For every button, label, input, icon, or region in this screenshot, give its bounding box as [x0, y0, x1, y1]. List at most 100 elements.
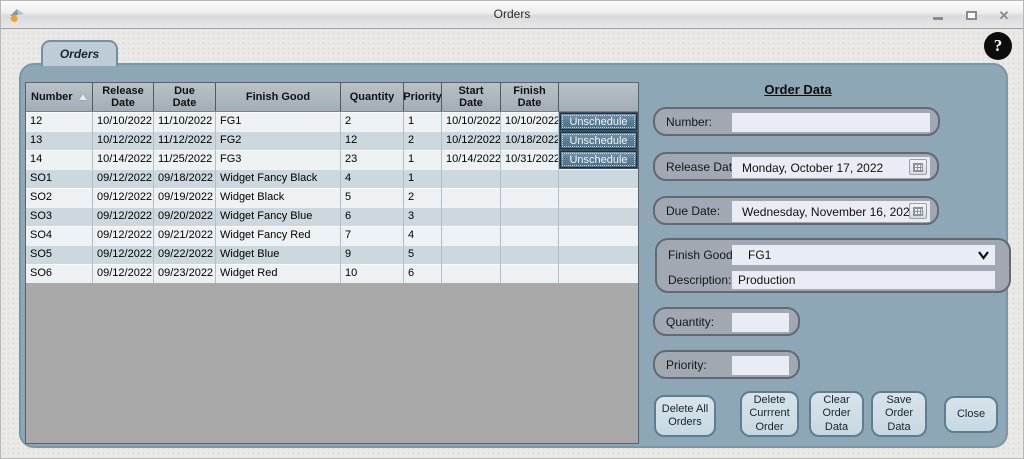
description-input[interactable]	[732, 271, 995, 289]
table-cell: Widget Blue	[216, 245, 341, 264]
column-header[interactable]: Start Date	[442, 83, 501, 111]
table-cell	[442, 226, 501, 245]
save-order-data-button[interactable]: Save Order Data	[871, 391, 927, 437]
table-cell: 9	[341, 245, 404, 264]
due-calendar-button[interactable]	[909, 203, 927, 219]
finish-good-label: Finish Good:	[668, 248, 736, 262]
maximize-icon	[966, 11, 977, 20]
release-date-value: Monday, October 17, 2022	[742, 161, 883, 175]
table-cell: Widget Black	[216, 188, 341, 207]
action-cell	[559, 207, 638, 226]
minimize-button[interactable]	[931, 8, 945, 22]
unschedule-button[interactable]: Unschedule	[560, 113, 637, 130]
table-cell: 14	[26, 150, 93, 169]
action-cell	[559, 188, 638, 207]
number-input[interactable]	[732, 113, 930, 132]
quantity-label: Quantity:	[666, 315, 714, 329]
finish-good-select[interactable]: FG1	[732, 245, 995, 265]
main-panel: Number Release Date Due Date Finish Good Qua…	[19, 63, 1008, 448]
table-cell	[442, 264, 501, 283]
table-cell	[501, 188, 559, 207]
table-cell: FG1	[216, 112, 341, 131]
table-row[interactable]: SO409/12/202209/21/2022Widget Fancy Red7…	[26, 226, 638, 245]
table-row[interactable]: SO509/12/202209/22/2022Widget Blue95	[26, 245, 638, 264]
help-button[interactable]: ?	[984, 32, 1012, 60]
table-cell	[501, 245, 559, 264]
table-cell: 4	[341, 169, 404, 188]
due-date-label: Due Date:	[666, 204, 720, 218]
table-cell: SO2	[26, 188, 93, 207]
table-row[interactable]: SO609/12/202209/23/2022Widget Red106	[26, 264, 638, 283]
column-header[interactable]: Release Date	[93, 83, 154, 111]
delete-current-order-button[interactable]: Delete Currrent Order	[740, 391, 799, 437]
column-header[interactable]: Due Date	[154, 83, 216, 111]
tab-orders[interactable]: Orders	[41, 40, 118, 66]
column-header[interactable]: Finish Good	[216, 83, 341, 111]
chevron-down-icon	[977, 249, 990, 261]
unschedule-button[interactable]: Unschedule	[560, 132, 637, 149]
table-cell: 12	[341, 131, 404, 150]
close-order-button[interactable]: Close	[944, 396, 998, 433]
column-header-label: Quantity	[350, 91, 395, 103]
due-date-picker[interactable]: Wednesday, November 16, 2022	[732, 201, 930, 222]
table-cell: 11/12/2022	[154, 131, 216, 150]
priority-input[interactable]	[732, 356, 789, 375]
action-cell	[559, 169, 638, 188]
action-buttons-row: Delete All Orders Delete Currrent Order …	[653, 391, 1013, 439]
table-cell: 1	[404, 169, 442, 188]
window-controls: ✕	[931, 1, 1011, 29]
close-button[interactable]: ✕	[997, 8, 1011, 22]
table-row[interactable]: 1410/14/202211/25/2022FG323110/14/202210…	[26, 150, 638, 169]
column-header[interactable]: Finish Date	[501, 83, 559, 111]
table-cell: 11/10/2022	[154, 112, 216, 131]
table-cell: 5	[404, 245, 442, 264]
table-cell	[501, 264, 559, 283]
table-cell	[442, 169, 501, 188]
table-cell: 23	[341, 150, 404, 169]
quantity-input[interactable]	[732, 313, 789, 332]
quantity-group: Quantity:	[653, 307, 800, 336]
column-header-label: Number	[31, 91, 73, 103]
table-cell: 10/10/2022	[501, 112, 559, 131]
table-cell: 09/12/2022	[93, 207, 154, 226]
table-cell: 10/14/2022	[442, 150, 501, 169]
column-header[interactable]: Quantity	[341, 83, 404, 111]
clear-order-data-button[interactable]: Clear Order Data	[809, 391, 864, 437]
table-cell	[501, 226, 559, 245]
release-calendar-button[interactable]	[909, 159, 927, 175]
table-cell: FG3	[216, 150, 341, 169]
table-row[interactable]: 1310/12/202211/12/2022FG212210/12/202210…	[26, 131, 638, 150]
table-row[interactable]: SO209/12/202209/19/2022Widget Black52	[26, 188, 638, 207]
number-group: Number:	[653, 107, 940, 136]
table-cell: 09/12/2022	[93, 226, 154, 245]
action-cell: Unschedule	[559, 112, 638, 131]
column-header[interactable]	[559, 83, 638, 111]
column-header[interactable]: Priority	[404, 83, 442, 111]
table-cell: SO3	[26, 207, 93, 226]
release-date-group: Release Date: Monday, October 17, 2022	[653, 152, 939, 181]
due-date-group: Due Date: Wednesday, November 16, 2022	[653, 196, 939, 225]
column-header[interactable]: Number	[26, 83, 93, 111]
table-cell: 10/31/2022	[501, 150, 559, 169]
table-cell: 09/21/2022	[154, 226, 216, 245]
release-date-picker[interactable]: Monday, October 17, 2022	[732, 157, 930, 178]
sort-ascending-icon	[79, 94, 87, 100]
table-cell: 09/12/2022	[93, 169, 154, 188]
table-cell: 09/23/2022	[154, 264, 216, 283]
maximize-button[interactable]	[964, 8, 978, 22]
unschedule-button[interactable]: Unschedule	[560, 151, 637, 168]
column-header-label: Due Date	[173, 85, 197, 109]
window-title: Orders	[1, 7, 1023, 21]
table-cell: 09/18/2022	[154, 169, 216, 188]
table-cell: 7	[341, 226, 404, 245]
delete-all-orders-button[interactable]: Delete All Orders	[654, 395, 716, 437]
table-row[interactable]: SO109/12/202209/18/2022Widget Fancy Blac…	[26, 169, 638, 188]
table-cell: 1	[404, 112, 442, 131]
table-cell: 10/12/2022	[93, 131, 154, 150]
table-row[interactable]: 1210/10/202211/10/2022FG12110/10/202210/…	[26, 112, 638, 131]
table-cell: 1	[404, 150, 442, 169]
grid-header: Number Release Date Due Date Finish Good Qua…	[26, 83, 638, 112]
table-row[interactable]: SO309/12/202209/20/2022Widget Fancy Blue…	[26, 207, 638, 226]
table-cell: 09/20/2022	[154, 207, 216, 226]
orders-window: Orders ✕ Orders ? Number Release Date Due …	[0, 0, 1024, 459]
